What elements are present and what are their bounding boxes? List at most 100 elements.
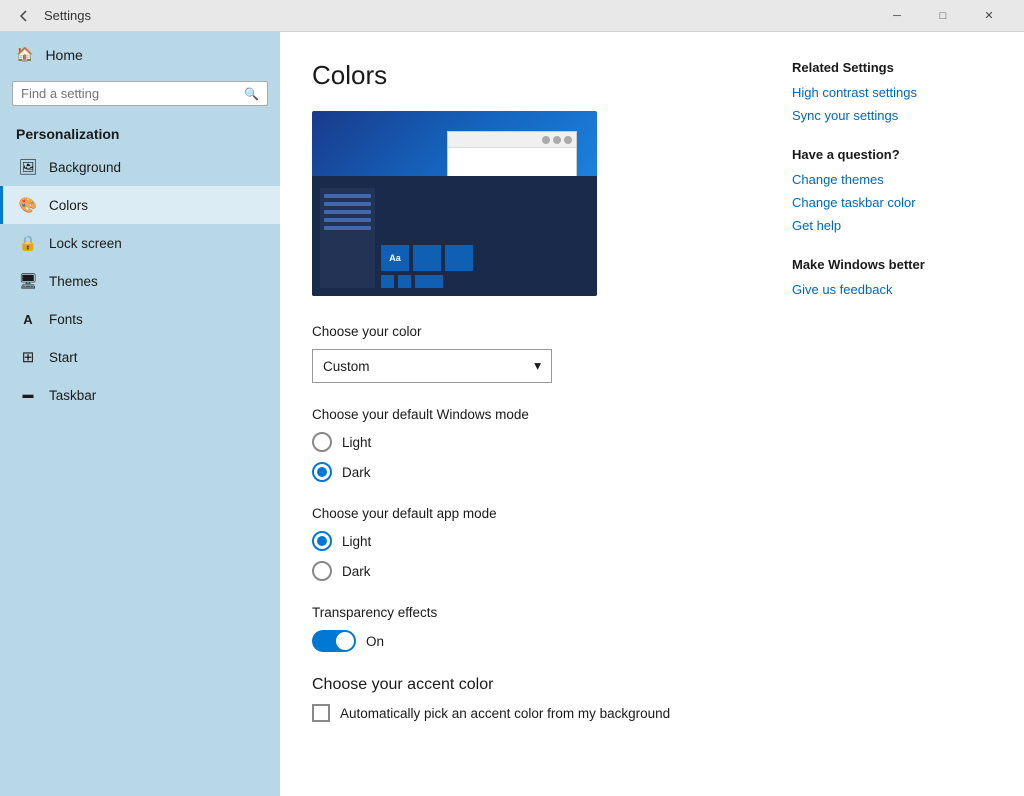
preview-tile-2: [413, 245, 441, 271]
app-mode-light[interactable]: Light: [312, 531, 760, 551]
maximize-button[interactable]: □: [920, 0, 966, 32]
feedback-section: Make Windows better Give us feedback: [792, 257, 992, 297]
content-area: Colors Sample Text: [280, 32, 1024, 796]
transparency-value: On: [366, 634, 384, 649]
preview-line-1: [324, 194, 371, 198]
color-dropdown-value: Custom: [323, 359, 370, 374]
windows-mode-radio-group: Light Dark: [312, 432, 760, 482]
sidebar-label-themes: Themes: [49, 274, 98, 289]
transparency-toggle[interactable]: [312, 630, 356, 652]
preview-tile-4: [415, 275, 443, 288]
preview-btn-max: [553, 136, 561, 144]
search-input[interactable]: [21, 86, 244, 101]
close-button[interactable]: ✕: [966, 0, 1012, 32]
preview-line-2: [324, 202, 371, 206]
windows-dark-label: Dark: [342, 465, 371, 480]
search-icon: 🔍: [244, 87, 259, 101]
sidebar-item-fonts[interactable]: A Fonts: [0, 300, 280, 338]
sidebar-section-title: Personalization: [0, 118, 280, 148]
background-icon: 🖼: [19, 158, 37, 176]
transparency-toggle-row: On: [312, 630, 760, 652]
feedback-link[interactable]: Give us feedback: [792, 282, 992, 297]
app-dark-radio[interactable]: [312, 561, 332, 581]
change-themes-link[interactable]: Change themes: [792, 172, 992, 187]
related-sidebar: Related Settings High contrast settings …: [792, 60, 992, 768]
minimize-button[interactable]: ─: [874, 0, 920, 32]
preview-tile-small-2: [398, 275, 411, 288]
sidebar-label-taskbar: Taskbar: [49, 388, 96, 403]
windows-light-label: Light: [342, 435, 371, 450]
taskbar-icon: ▬: [19, 386, 37, 404]
app-light-label: Light: [342, 534, 371, 549]
accent-checkbox[interactable]: [312, 704, 330, 722]
preview-sidebar: [320, 188, 375, 288]
windows-mode-light[interactable]: Light: [312, 432, 760, 452]
sidebar-label-lock: Lock screen: [49, 236, 122, 251]
app-mode-radio-group: Light Dark: [312, 531, 760, 581]
sidebar-label-background: Background: [49, 160, 121, 175]
windows-mode-label: Choose your default Windows mode: [312, 407, 760, 422]
app-dark-label: Dark: [342, 564, 371, 579]
transparency-section: Transparency effects On: [312, 605, 760, 652]
color-select-label: Choose your color: [312, 324, 760, 339]
high-contrast-link[interactable]: High contrast settings: [792, 85, 992, 100]
back-button[interactable]: [12, 4, 36, 28]
preview-btn-min: [542, 136, 550, 144]
window-title: Settings: [44, 8, 91, 23]
main-layout: 🏠 Home 🔍 Personalization 🖼 Background 🎨 …: [0, 32, 1024, 796]
sidebar-label-fonts: Fonts: [49, 312, 83, 327]
sidebar-label-colors: Colors: [49, 198, 88, 213]
lock-icon: 🔒: [19, 234, 37, 252]
transparency-label: Transparency effects: [312, 605, 760, 620]
app-mode-label: Choose your default app mode: [312, 506, 760, 521]
change-taskbar-link[interactable]: Change taskbar color: [792, 195, 992, 210]
app-mode-dark[interactable]: Dark: [312, 561, 760, 581]
toggle-knob: [336, 632, 354, 650]
sidebar-item-lock-screen[interactable]: 🔒 Lock screen: [0, 224, 280, 262]
window-controls: ─ □ ✕: [874, 0, 1012, 32]
home-icon: 🏠: [16, 46, 33, 63]
sidebar-item-taskbar[interactable]: ▬ Taskbar: [0, 376, 280, 414]
windows-light-radio[interactable]: [312, 432, 332, 452]
preview-tile-aa: Aa: [381, 245, 409, 271]
themes-icon: 🖥: [19, 272, 37, 290]
start-icon: ⊞: [19, 348, 37, 366]
preview-tiles: Aa: [381, 245, 473, 288]
preview-line-3: [324, 210, 371, 214]
titlebar: Settings ─ □ ✕: [0, 0, 1024, 32]
sidebar-search-container: 🔍: [12, 81, 268, 106]
fonts-icon: A: [19, 310, 37, 328]
windows-dark-dot: [317, 467, 327, 477]
windows-dark-radio[interactable]: [312, 462, 332, 482]
page-title: Colors: [312, 60, 760, 91]
related-settings-title: Related Settings: [792, 60, 992, 75]
preview-taskbar-area: Aa: [312, 176, 597, 296]
windows-mode-dark[interactable]: Dark: [312, 462, 760, 482]
get-help-link[interactable]: Get help: [792, 218, 992, 233]
preview-titlebar: [448, 132, 576, 148]
preview-tile-small-1: [381, 275, 394, 288]
color-preview: Sample Text Aa: [312, 111, 597, 296]
preview-line-4: [324, 218, 371, 222]
related-settings-section: Related Settings High contrast settings …: [792, 60, 992, 123]
app-mode-section: Choose your default app mode Light Dark: [312, 506, 760, 581]
sidebar-item-themes[interactable]: 🖥 Themes: [0, 262, 280, 300]
preview-btn-close: [564, 136, 572, 144]
sidebar-home[interactable]: 🏠 Home: [0, 32, 280, 77]
sidebar-item-start[interactable]: ⊞ Start: [0, 338, 280, 376]
accent-checkbox-row[interactable]: Automatically pick an accent color from …: [312, 704, 760, 722]
windows-mode-section: Choose your default Windows mode Light D…: [312, 407, 760, 482]
home-label: Home: [45, 47, 82, 63]
color-dropdown[interactable]: Custom ▾: [312, 349, 552, 383]
sidebar-item-background[interactable]: 🖼 Background: [0, 148, 280, 186]
preview-tile-row-1: Aa: [381, 245, 473, 271]
sync-settings-link[interactable]: Sync your settings: [792, 108, 992, 123]
accent-section: Choose your accent color Automatically p…: [312, 676, 760, 722]
color-select-section: Choose your color Custom ▾: [312, 324, 760, 383]
app-light-radio[interactable]: [312, 531, 332, 551]
preview-line-5: [324, 226, 371, 230]
sidebar-item-colors[interactable]: 🎨 Colors: [0, 186, 280, 224]
accent-checkbox-label: Automatically pick an accent color from …: [340, 706, 670, 721]
preview-tile-3: [445, 245, 473, 271]
content-main: Colors Sample Text: [312, 60, 760, 768]
